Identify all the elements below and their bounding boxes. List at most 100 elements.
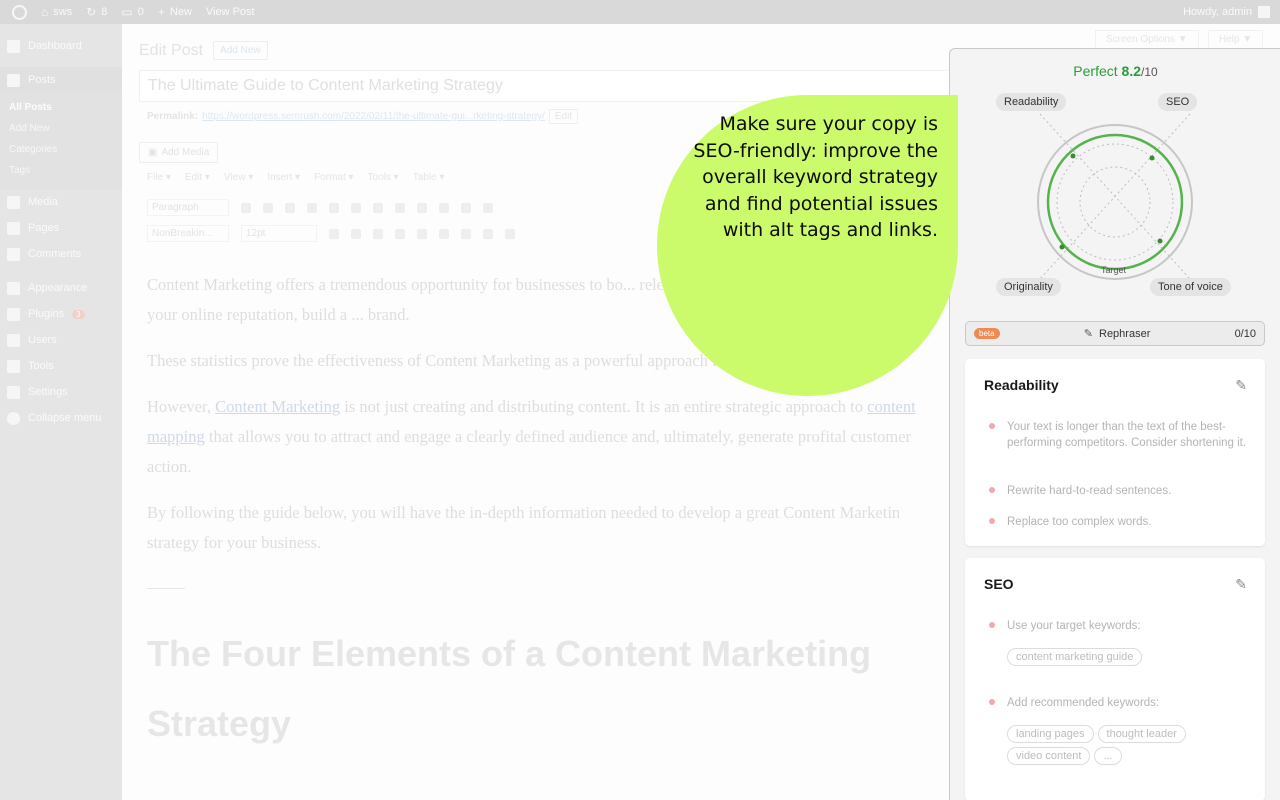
radar-label-seo[interactable]: SEO <box>1158 93 1198 111</box>
magic-wand-icon: ✎ <box>1083 328 1093 340</box>
comments-link[interactable]: ▭ 0 <box>114 0 150 24</box>
pages-icon <box>7 221 20 235</box>
radar-label-readability[interactable]: Readability <box>996 93 1067 111</box>
special-char-icon[interactable] <box>417 228 427 239</box>
size-select[interactable]: 12pt <box>241 225 317 242</box>
redo-icon[interactable] <box>483 202 493 213</box>
menu-settings[interactable]: Settings <box>0 379 122 405</box>
menu-format[interactable]: Format ▾ <box>314 172 353 183</box>
align-right-icon[interactable] <box>395 202 405 213</box>
numbered-list-icon[interactable] <box>329 202 339 213</box>
pencil-icon[interactable]: ✎ <box>1235 377 1247 394</box>
align-left-icon[interactable] <box>351 202 361 213</box>
readability-card: Readability ✎ Your text is longer than t… <box>965 359 1265 546</box>
rephraser-text: Rephraser <box>1099 327 1151 340</box>
bullet-dot <box>989 699 995 705</box>
menu-pages[interactable]: Pages <box>0 215 122 241</box>
permalink-url[interactable]: https://wordpress.semrush.com/2022/02/11… <box>202 111 545 122</box>
keyword-chip[interactable]: video content <box>1007 747 1091 765</box>
appearance-icon <box>7 281 20 295</box>
add-new-button[interactable]: Add New <box>213 41 268 60</box>
bold-icon[interactable] <box>241 202 251 213</box>
submenu-tags[interactable]: Tags <box>0 160 122 181</box>
clear-format-icon[interactable] <box>395 228 405 239</box>
comments-count: 0 <box>137 6 144 18</box>
menu-insert[interactable]: Insert ▾ <box>267 172 300 183</box>
menu-comments[interactable]: Comments <box>0 241 122 267</box>
format-select[interactable]: Paragraph <box>147 199 229 216</box>
site-name-link[interactable]: ⌂ sws <box>34 0 79 24</box>
view-post-link[interactable]: View Post <box>199 0 262 24</box>
updates-link[interactable]: ↻ 8 <box>79 0 114 24</box>
keyword-chip[interactable]: content marketing guide <box>1007 648 1143 666</box>
font-select[interactable]: NonBreakin... <box>147 225 229 242</box>
radar-label-tone-of-voice[interactable]: Tone of voice <box>1150 278 1231 296</box>
collapse-menu-button[interactable]: Collapse menu <box>0 405 122 431</box>
content-marketing-link[interactable]: Content Marketing <box>215 397 340 416</box>
menu-dashboard[interactable]: Dashboard <box>0 33 122 59</box>
callout-text: Make sure your copy is SEO-friendly: imp… <box>693 113 938 241</box>
pencil-icon[interactable]: ✎ <box>1235 576 1247 593</box>
more-keywords-chip[interactable]: ... <box>1094 747 1122 765</box>
table-icon[interactable] <box>483 228 493 239</box>
menu-media[interactable]: Media <box>0 189 122 215</box>
menu-label: Comments <box>28 248 82 260</box>
comment-icon: ▭ <box>121 5 133 19</box>
plugins-badge: 3 <box>72 309 85 319</box>
text: that allows you to attract and engage a … <box>147 427 912 476</box>
radar-point-originality <box>1059 244 1065 250</box>
paste-text-icon[interactable] <box>373 228 383 239</box>
radar-label-originality[interactable]: Originality <box>996 278 1061 296</box>
help-button[interactable]: Help ▼ <box>1208 30 1264 49</box>
italic-icon[interactable] <box>263 202 273 213</box>
menu-appearance[interactable]: Appearance <box>0 275 122 301</box>
quote-icon[interactable] <box>285 202 295 213</box>
my-account-link[interactable]: Howdy, admin <box>1183 6 1280 18</box>
menu-table[interactable]: Table ▾ <box>413 172 445 183</box>
site-name: sws <box>53 6 73 18</box>
add-media-button[interactable]: ▣ Add Media <box>139 142 219 163</box>
updates-count: 8 <box>101 6 108 18</box>
list-item: Replace too complex words. <box>989 514 1247 530</box>
menu-tools[interactable]: Tools ▾ <box>368 172 399 183</box>
menu-file[interactable]: File ▾ <box>147 172 171 183</box>
undo-icon[interactable] <box>461 202 471 213</box>
menu-plugins[interactable]: Plugins 3 <box>0 301 122 327</box>
paragraph: However, Content Marketing is not just c… <box>147 392 947 482</box>
radar-target-ring <box>1046 133 1184 271</box>
menu-edit[interactable]: Edit ▾ <box>185 172 210 183</box>
help-icon[interactable] <box>505 228 515 239</box>
horizontal-line-icon[interactable] <box>439 228 449 239</box>
menu-tools[interactable]: Tools <box>0 353 122 379</box>
submenu-categories[interactable]: Categories <box>0 139 122 160</box>
outdent-icon[interactable] <box>351 228 361 239</box>
unlink-icon[interactable] <box>439 202 449 213</box>
link-icon[interactable] <box>417 202 427 213</box>
keyword-chip[interactable]: thought leader <box>1097 725 1186 743</box>
keyword-chip[interactable]: landing pages <box>1007 725 1094 743</box>
indent-icon[interactable] <box>329 228 339 239</box>
target-keywords: content marketing guide <box>1007 648 1247 666</box>
screen-options-button[interactable]: Screen Options ▼ <box>1095 30 1199 49</box>
new-content-link[interactable]: + New <box>151 0 199 24</box>
submenu-all-posts[interactable]: All Posts <box>0 97 122 118</box>
wp-logo-menu[interactable] <box>0 0 34 24</box>
text: is not just creating and distributing co… <box>340 397 868 416</box>
text-color-icon[interactable] <box>461 228 471 239</box>
item-text: Replace too complex words. <box>1007 516 1152 528</box>
menu-users[interactable]: Users <box>0 327 122 353</box>
item-text: Add recommended keywords: <box>1007 697 1160 709</box>
rephraser-bar[interactable]: beta ✎ Rephraser 0/10 <box>965 321 1265 346</box>
home-icon: ⌂ <box>41 5 49 19</box>
submenu-add-new[interactable]: Add New <box>0 118 122 139</box>
posts-submenu: All Posts Add New Categories Tags <box>0 93 122 189</box>
beta-badge: beta <box>974 328 1000 339</box>
menu-view[interactable]: View ▾ <box>224 172 253 183</box>
list-item: Use your target keywords: <box>989 618 1247 634</box>
permalink-edit-button[interactable]: Edit <box>548 109 579 124</box>
bullet-list-icon[interactable] <box>307 202 317 213</box>
align-center-icon[interactable] <box>373 202 383 213</box>
howdy-label: Howdy, admin <box>1183 6 1252 18</box>
menu-posts[interactable]: Posts <box>0 67 122 93</box>
score-value: 8.2 <box>1121 63 1142 79</box>
